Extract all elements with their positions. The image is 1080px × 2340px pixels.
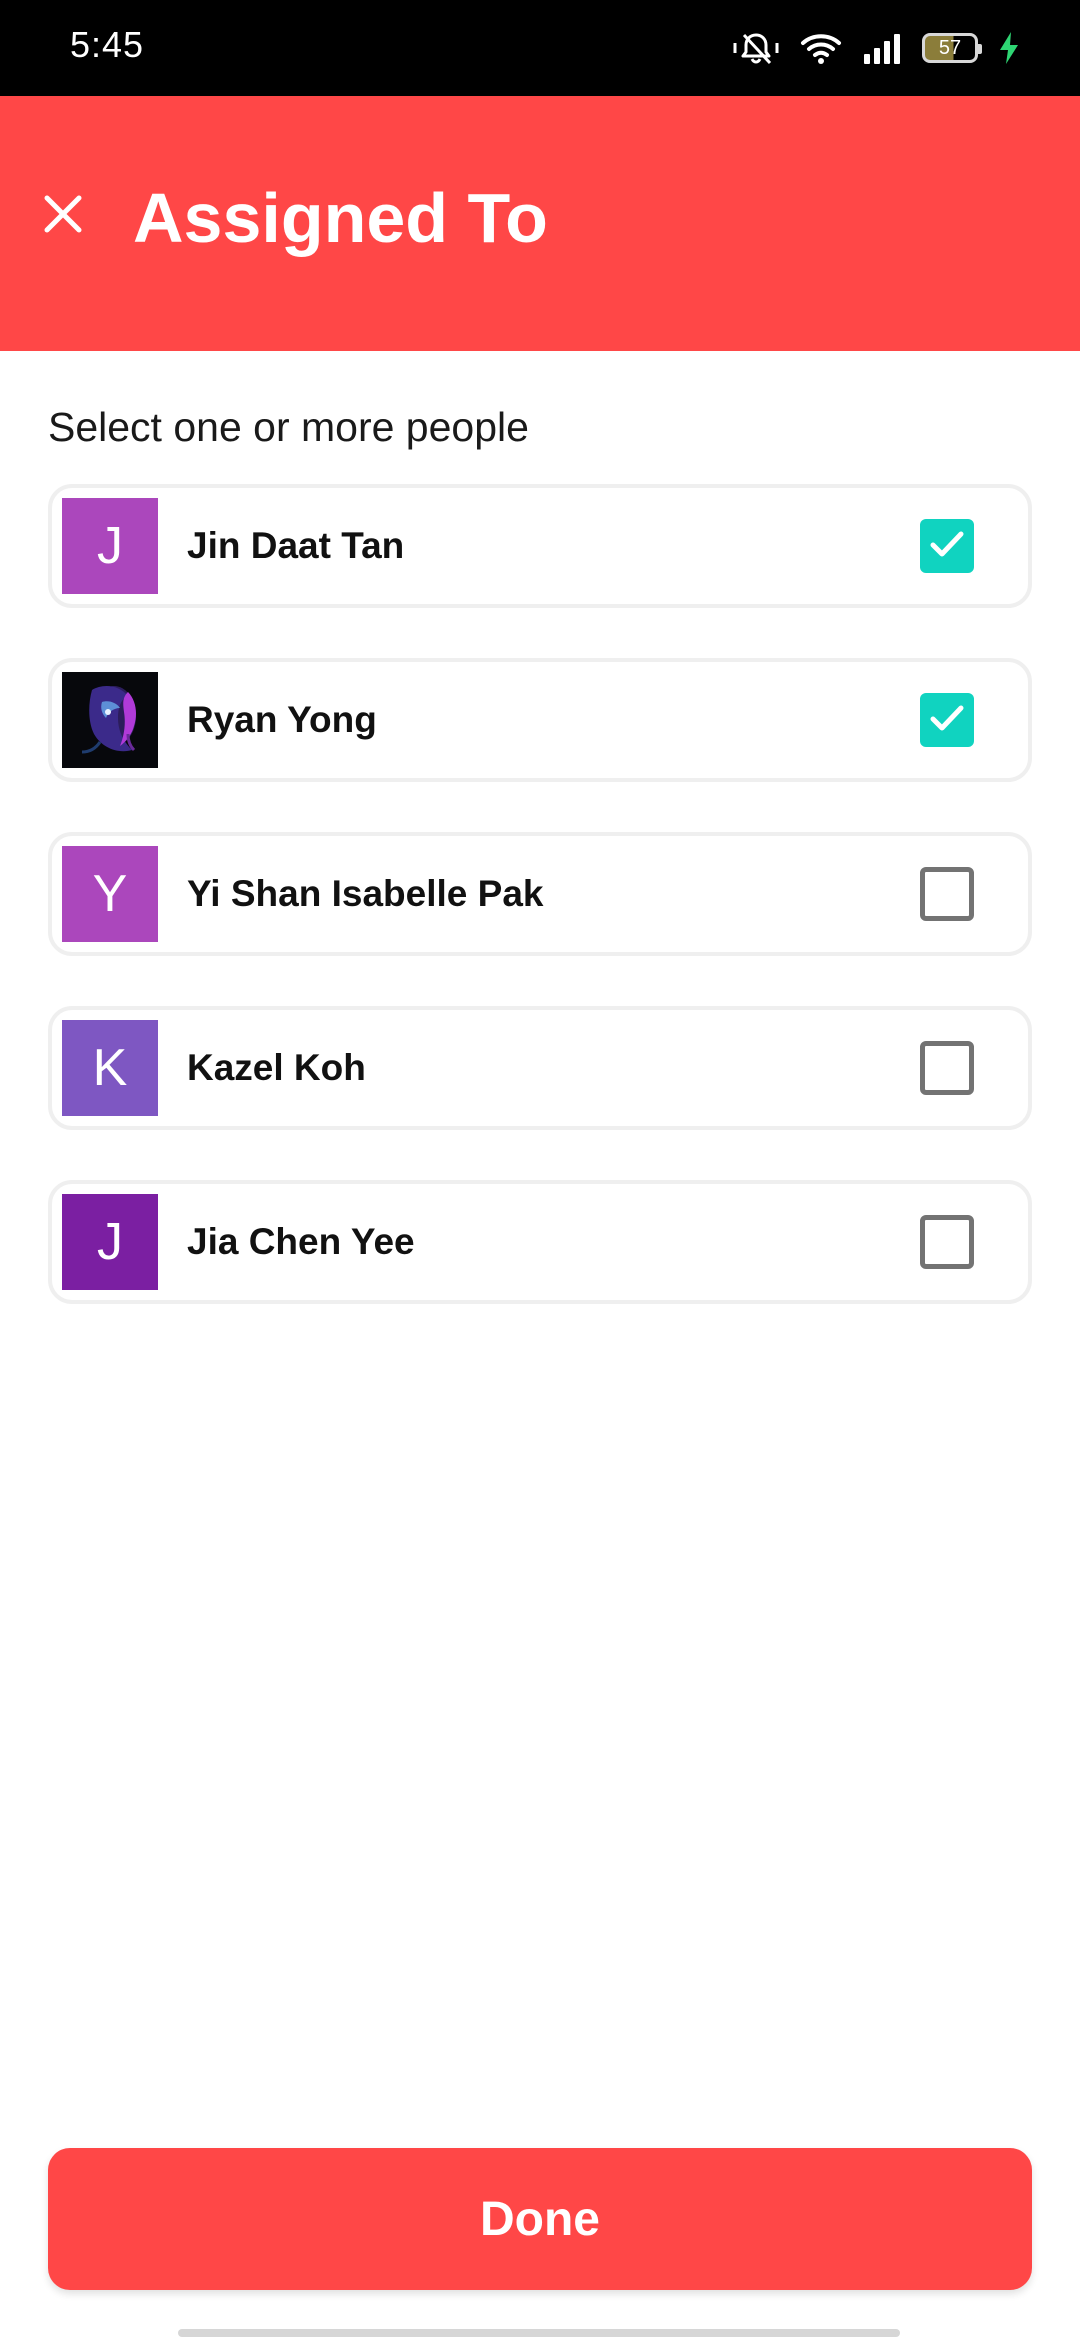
people-list: J Jin Daat Tan Ryan Yong Y Yi Shan Isabe… (48, 484, 1032, 1354)
avatar-initial: J (97, 517, 123, 575)
avatar: Y (62, 846, 158, 942)
person-item[interactable]: Ryan Yong (48, 658, 1032, 782)
avatar-photo (62, 672, 158, 768)
avatar: K (62, 1020, 158, 1116)
page-title: Assigned To (133, 179, 548, 257)
done-button[interactable]: Done (48, 2148, 1032, 2290)
charging-icon (998, 31, 1020, 65)
person-checkbox[interactable] (920, 693, 974, 747)
app-header: Assigned To (0, 96, 1080, 351)
person-name: Jin Daat Tan (187, 525, 405, 566)
battery-icon: 57 (922, 33, 982, 63)
battery-level: 57 (938, 37, 962, 59)
avatar-initial: Y (92, 865, 128, 923)
avatar-initial: K (92, 1039, 128, 1097)
person-checkbox[interactable] (920, 1215, 974, 1269)
avatar-initial: J (97, 1213, 123, 1271)
checkmark-icon (927, 524, 967, 569)
person-name: Kazel Koh (187, 1047, 366, 1088)
person-item[interactable]: Y Yi Shan Isabelle Pak (48, 832, 1032, 956)
status-bar: 5:45 57 (0, 0, 1080, 96)
person-item[interactable]: J Jia Chen Yee (48, 1180, 1032, 1304)
status-time: 5:45 (70, 24, 145, 65)
person-name: Jia Chen Yee (187, 1221, 415, 1262)
status-icons: 57 (732, 26, 1020, 70)
checkmark-icon (927, 698, 967, 743)
person-item[interactable]: K Kazel Koh (48, 1006, 1032, 1130)
person-item[interactable]: J Jin Daat Tan (48, 484, 1032, 608)
instruction-text: Select one or more people (48, 404, 529, 450)
person-name: Ryan Yong (187, 699, 377, 740)
wifi-icon (800, 31, 842, 65)
avatar: J (62, 1194, 158, 1290)
avatar: J (62, 498, 158, 594)
person-name: Yi Shan Isabelle Pak (187, 873, 544, 914)
gesture-bar[interactable] (178, 2329, 900, 2337)
signal-icon (862, 32, 902, 64)
silent-bell-icon (732, 31, 780, 65)
close-icon (43, 194, 83, 239)
person-checkbox[interactable] (920, 867, 974, 921)
person-checkbox[interactable] (920, 1041, 974, 1095)
close-button[interactable] (30, 183, 96, 249)
person-checkbox[interactable] (920, 519, 974, 573)
